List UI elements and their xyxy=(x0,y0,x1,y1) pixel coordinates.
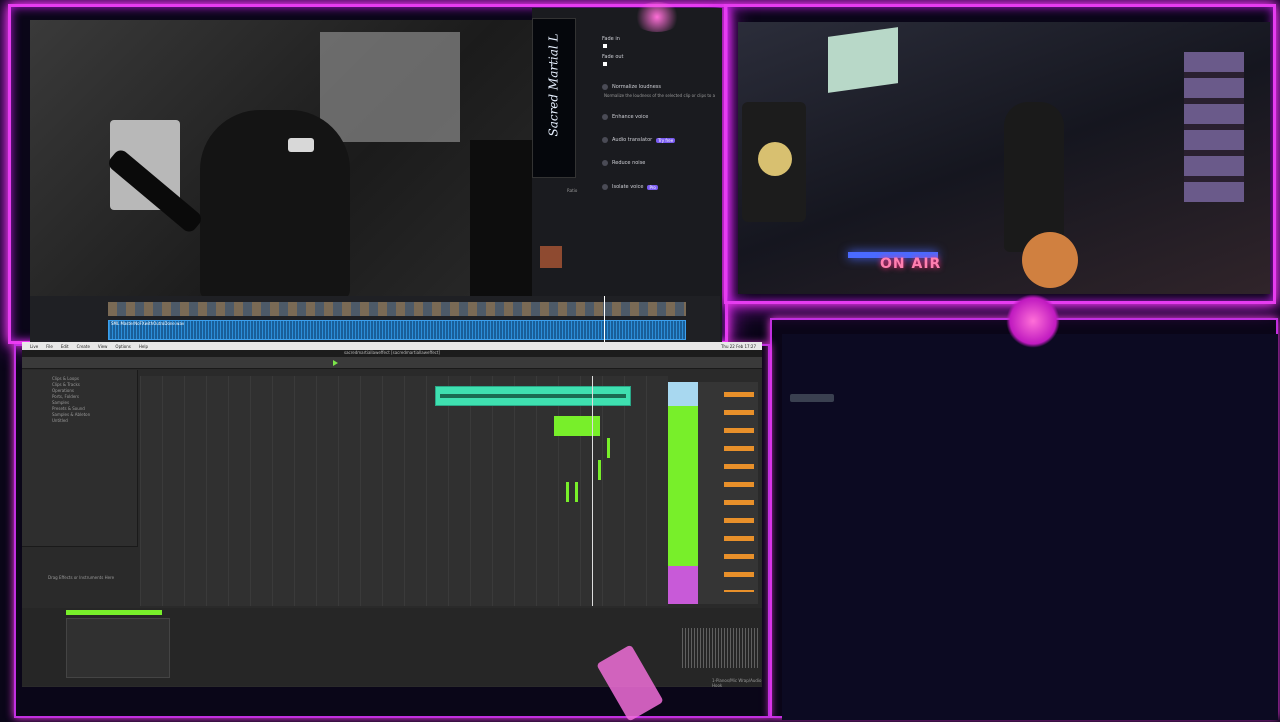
clip-waveform xyxy=(440,394,626,398)
clip-thumbs xyxy=(108,302,686,316)
toggle[interactable] xyxy=(602,137,608,143)
window-highlight xyxy=(320,32,460,142)
device-view: 1-Pianos/Mic Wrap/Audio Hook xyxy=(22,608,762,688)
midi-clip-small[interactable] xyxy=(575,482,578,502)
audio-track-name: SML MasterNoFXwithOutroDone.wav xyxy=(111,321,185,326)
empty-overlay-panel xyxy=(782,334,1278,720)
browser-item[interactable]: Operations xyxy=(52,388,74,393)
browser-item[interactable]: Untitled xyxy=(52,418,68,423)
glow-orb xyxy=(632,2,682,32)
menu-live[interactable]: Live xyxy=(30,344,38,349)
posters-wall xyxy=(1184,52,1244,202)
timeline-small-clip[interactable] xyxy=(540,246,562,268)
arrangement-playhead xyxy=(592,376,593,606)
toggle[interactable] xyxy=(602,160,608,166)
chair xyxy=(470,140,532,300)
track-buttons[interactable] xyxy=(724,392,754,592)
menu-options[interactable]: Options xyxy=(115,344,130,349)
midi-clip[interactable] xyxy=(554,416,600,436)
pro-badge: Pro xyxy=(647,184,658,190)
fade-out-option[interactable]: Fade out xyxy=(602,54,624,60)
track-color-strip xyxy=(668,382,698,406)
daw-titlebar: sacredmartiallaweffect [sacredmartiallaw… xyxy=(22,350,762,357)
fade-in-slider[interactable] xyxy=(603,44,607,48)
audio-translator-option[interactable]: Audio translator Try free xyxy=(602,137,676,143)
ratio-button[interactable]: Ratio xyxy=(567,188,577,193)
browser-item[interactable]: Ports, Folders xyxy=(52,394,79,399)
speaker-cone xyxy=(758,142,792,176)
sample-waveform[interactable] xyxy=(682,628,760,668)
mixer-panel xyxy=(668,382,758,604)
on-air-sign: ON AIR xyxy=(880,256,942,272)
panel-widget xyxy=(790,394,834,402)
midi-clip-small[interactable] xyxy=(607,438,610,458)
menu-edit[interactable]: Edit xyxy=(61,344,69,349)
menu-file[interactable]: File xyxy=(46,344,53,349)
streamer-figure-right xyxy=(1004,102,1064,252)
daw-transport xyxy=(22,357,762,369)
browser-item[interactable]: Clips & Loops xyxy=(52,376,79,381)
toggle[interactable] xyxy=(602,84,608,90)
reduce-noise-option[interactable]: Reduce noise xyxy=(602,160,645,166)
headband-logo xyxy=(288,138,314,152)
enhance-voice-option[interactable]: Enhance voice xyxy=(602,114,648,120)
try-free-badge: Try free xyxy=(656,137,676,143)
toggle[interactable] xyxy=(602,114,608,120)
fade-in-option[interactable]: Fade in xyxy=(602,36,620,42)
midi-clip-small[interactable] xyxy=(598,460,601,480)
computer-monitor xyxy=(828,27,898,93)
glow-orb xyxy=(1006,294,1060,348)
normalize-loudness-option[interactable]: Normalize loudness xyxy=(602,84,661,90)
track-color-strip xyxy=(668,406,698,566)
info-text: Drag Effects or Instruments Here xyxy=(48,575,115,580)
track-color-strip xyxy=(668,566,698,604)
window-title: sacredmartiallaweffect [sacredmartiallaw… xyxy=(343,350,440,355)
menu-create[interactable]: Create xyxy=(77,344,90,349)
browser-item[interactable]: Clips & Tracks xyxy=(52,382,80,387)
midi-clip-small[interactable] xyxy=(566,482,569,502)
clock: Thu 22 Feb 17:27 xyxy=(720,343,756,349)
daw-menubar: Live File Edit Create View Options Help … xyxy=(22,342,762,350)
facecam-panel xyxy=(30,20,532,300)
cat xyxy=(1022,232,1078,288)
play-button[interactable] xyxy=(333,360,338,366)
browser-item[interactable]: Samples xyxy=(52,400,69,405)
fade-out-slider[interactable] xyxy=(603,62,607,66)
playhead[interactable] xyxy=(604,296,605,344)
browser-item[interactable]: Samples & Ableton xyxy=(52,412,90,417)
studio-cam-panel xyxy=(738,22,1270,294)
device-knobs[interactable] xyxy=(66,618,170,678)
menu-view[interactable]: View xyxy=(98,344,108,349)
arrangement-view[interactable] xyxy=(140,376,668,606)
bottom-status: 1-Pianos/Mic Wrap/Audio Hook xyxy=(712,678,762,688)
normalize-desc: Normalize the loudness of the selected c… xyxy=(604,93,716,98)
streamer-figure xyxy=(200,110,350,300)
info-panel: Drag Effects or Instruments Here xyxy=(22,546,138,606)
device-header xyxy=(66,610,162,615)
isolate-voice-option[interactable]: Isolate voice Pro xyxy=(602,184,658,190)
toggle[interactable] xyxy=(602,184,608,190)
browser-item[interactable]: Presets & Sound xyxy=(52,406,85,411)
menu-help[interactable]: Help xyxy=(139,344,148,349)
audio-track-waveform[interactable]: SML MasterNoFXwithOutroDone.wav xyxy=(108,320,686,340)
vertical-title: Sacred Martial L xyxy=(546,33,561,137)
